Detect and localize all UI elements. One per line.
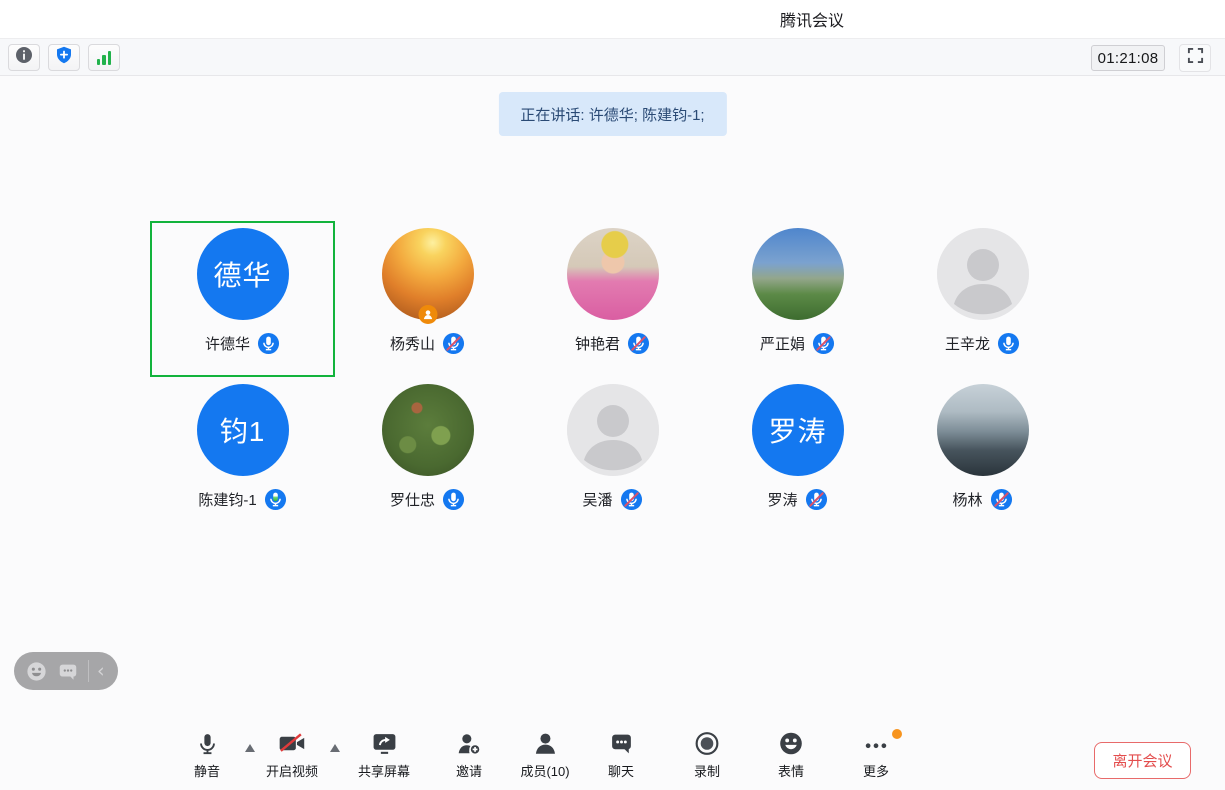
shield-icon (55, 46, 73, 69)
meeting-window: 腾讯会议 01:21:08 正在讲话: 许德华; 陈建钧-1; 德华许德华杨秀山… (0, 0, 1225, 790)
toolbar-item-label: 邀请 (456, 761, 482, 780)
mic-muted-icon (805, 488, 828, 511)
leave-meeting-button[interactable]: 离开会议 (1094, 742, 1191, 779)
person-badge-icon (418, 305, 437, 324)
participant-name: 杨秀山 (390, 333, 435, 354)
toolbar-item-label: 聊天 (608, 761, 634, 780)
participant-tile[interactable]: 罗仕忠 (335, 377, 520, 533)
toolbar-item-label: 表情 (778, 761, 804, 780)
meeting-timer: 01:21:08 (1091, 45, 1165, 71)
avatar-initials: 德华 (197, 228, 289, 320)
toolbar-item-record[interactable]: 录制 (694, 729, 721, 780)
share-screen-icon (370, 729, 397, 758)
mic-muted-icon (990, 488, 1013, 511)
emoji-icon (778, 729, 805, 758)
window-title: 腾讯会议 (780, 7, 844, 31)
toolbar-item-chat[interactable]: 聊天 (608, 729, 634, 780)
mic-on-icon (997, 332, 1020, 355)
avatar-photo (937, 384, 1029, 476)
record-icon (694, 729, 721, 758)
emoji-reaction-icon[interactable] (25, 660, 48, 683)
participant-tile[interactable]: 钟艳君 (520, 221, 705, 377)
more-icon (862, 729, 890, 758)
toolbar-item-microphone[interactable]: 静音 (194, 729, 220, 780)
mic-muted-icon (812, 332, 835, 355)
quick-chat-icon[interactable] (57, 660, 79, 682)
mic-on-icon (257, 332, 280, 355)
participant-tile[interactable]: 吴潘 (520, 377, 705, 533)
participant-tile[interactable]: 罗涛罗涛 (705, 377, 890, 533)
network-signal-icon (97, 51, 112, 65)
participant-name: 吴潘 (582, 489, 612, 510)
avatar-initials: 罗涛 (752, 384, 844, 476)
notification-dot (892, 729, 902, 739)
participant-name: 钟艳君 (575, 333, 620, 354)
collapse-chevron-icon[interactable]: ‹ (97, 662, 105, 681)
speaking-banner: 正在讲话: 许德华; 陈建钧-1; (498, 92, 726, 136)
participant-tile[interactable]: 杨林 (890, 377, 1075, 533)
toolbar-item-label: 录制 (694, 761, 720, 780)
participant-tile[interactable]: 杨秀山 (335, 221, 520, 377)
participant-name: 罗仕忠 (390, 489, 435, 510)
security-button[interactable] (48, 44, 80, 71)
info-icon (15, 46, 33, 69)
toolbar-item-members[interactable]: 成员(10) (520, 729, 569, 780)
network-quality-button[interactable] (88, 44, 120, 71)
toolbar-item-more[interactable]: 更多 (862, 729, 890, 780)
fullscreen-button[interactable] (1179, 44, 1211, 72)
caret-up-icon[interactable] (245, 744, 255, 752)
avatar-photo (567, 228, 659, 320)
participant-grid: 德华许德华杨秀山钟艳君严正娟王辛龙钧1陈建钧-1罗仕忠吴潘罗涛罗涛杨林 (150, 221, 1075, 533)
toolbar-item-label: 共享屏幕 (358, 761, 410, 780)
toolbar-item-label: 开启视频 (266, 761, 318, 780)
toolbar-item-label: 静音 (194, 761, 220, 780)
participant-name: 许德华 (205, 333, 250, 354)
fullscreen-icon (1187, 47, 1204, 69)
meeting-info-button[interactable] (8, 44, 40, 71)
bottom-toolbar: 静音 开启视频 共享屏幕 邀请 成员(10) 聊天 录制 表情 更多 (0, 722, 1225, 790)
microphone-icon (194, 729, 219, 758)
mic-speaking-icon (264, 488, 287, 511)
invite-icon (456, 729, 482, 758)
status-toolbar: 01:21:08 (0, 38, 1225, 76)
mic-muted-icon (620, 488, 643, 511)
mic-muted-icon (627, 332, 650, 355)
toolbar-item-invite[interactable]: 邀请 (456, 729, 482, 780)
chat-icon (608, 729, 633, 758)
mic-on-icon (442, 488, 465, 511)
participant-name: 严正娟 (760, 333, 805, 354)
toolbar-item-label: 更多 (863, 761, 889, 780)
toolbar-item-camera-off[interactable]: 开启视频 (266, 729, 318, 780)
toolbar-item-emoji[interactable]: 表情 (778, 729, 805, 780)
reaction-panel: ‹ (14, 652, 118, 690)
panel-divider (88, 660, 89, 682)
avatar-placeholder-icon (937, 228, 1029, 320)
toolbar-item-share-screen[interactable]: 共享屏幕 (358, 729, 410, 780)
title-bar: 腾讯会议 (0, 0, 1225, 38)
toolbar-item-label: 成员(10) (520, 761, 569, 780)
participant-name: 罗涛 (767, 489, 797, 510)
participant-name: 杨林 (952, 489, 982, 510)
participant-tile[interactable]: 王辛龙 (890, 221, 1075, 377)
avatar-placeholder-icon (567, 384, 659, 476)
camera-off-icon (277, 729, 306, 758)
participant-tile[interactable]: 钧1 陈建钧-1 (150, 377, 335, 533)
members-icon (532, 729, 558, 758)
participant-name: 王辛龙 (945, 333, 990, 354)
participant-tile[interactable]: 严正娟 (705, 221, 890, 377)
avatar-photo (752, 228, 844, 320)
caret-up-icon[interactable] (330, 744, 340, 752)
avatar-initials: 钧1 (197, 384, 289, 476)
participant-tile[interactable]: 德华许德华 (150, 221, 335, 377)
mic-muted-icon (442, 332, 465, 355)
avatar-photo (382, 384, 474, 476)
participant-name: 陈建钧-1 (198, 489, 256, 510)
